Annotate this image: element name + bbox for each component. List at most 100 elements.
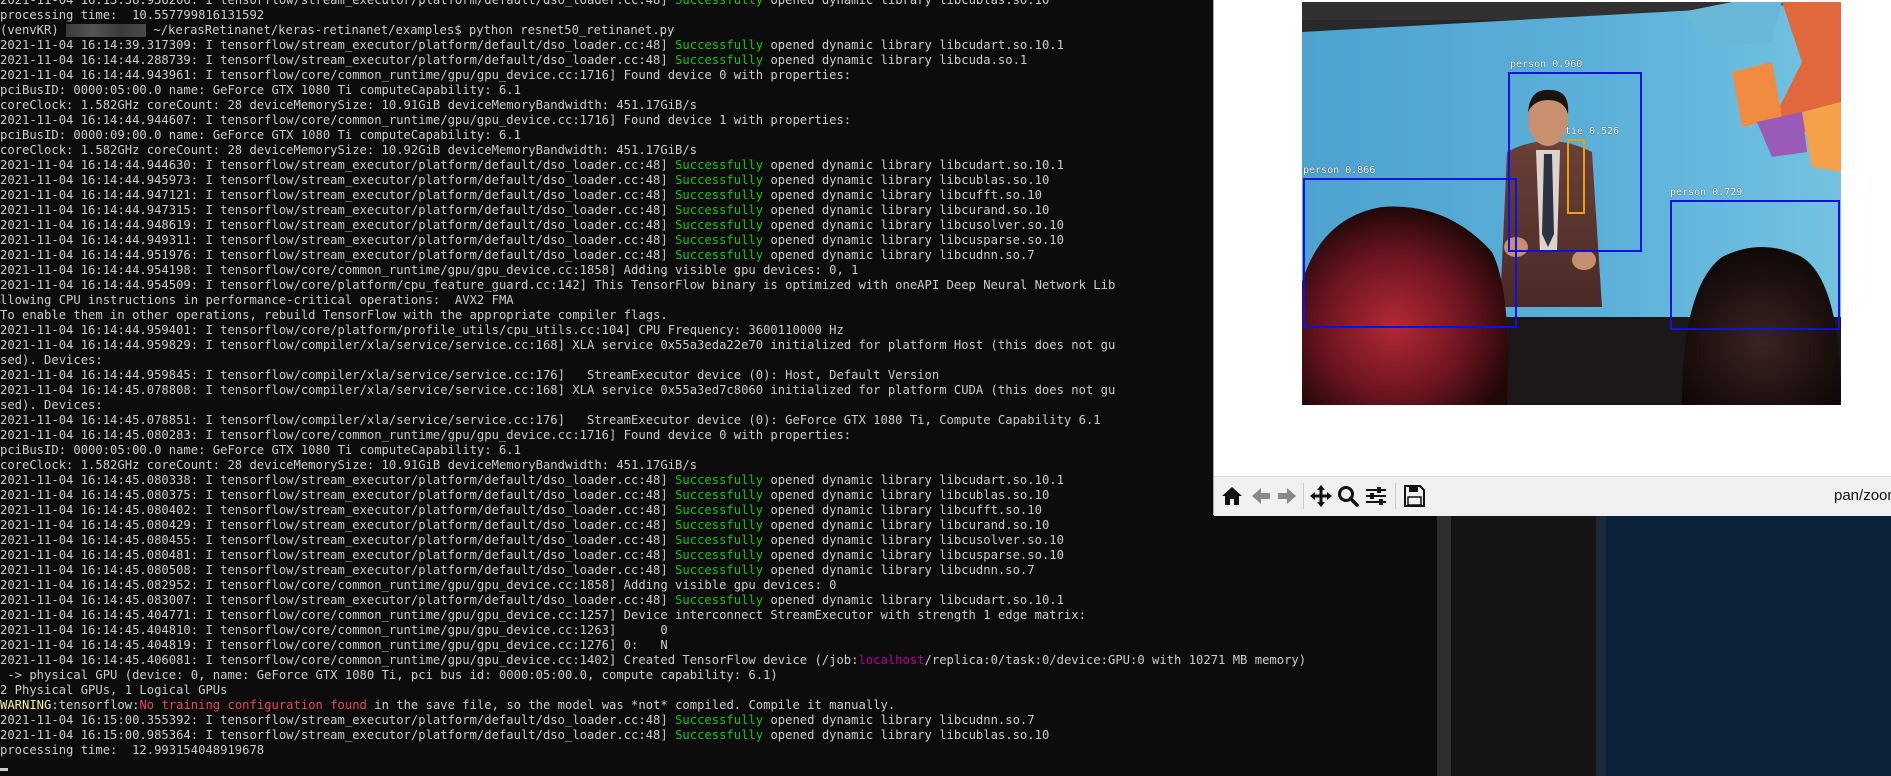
- terminal-line: 2 Physical GPUs, 1 Logical GPUs: [0, 683, 1306, 698]
- terminal-text: opened dynamic library libcuda.so.1: [763, 53, 1028, 67]
- terminal-text: 2021-11-04 16:14:45.404771: I tensorflow…: [0, 608, 1086, 622]
- terminal-line: 2021-11-04 16:14:45.080402: I tensorflow…: [0, 503, 1306, 518]
- terminal-cursor: [0, 768, 8, 771]
- terminal-line: 2021-11-04 16:13:58.956206: I tensorflow…: [0, 0, 1306, 8]
- terminal-text: Successfully: [675, 0, 764, 7]
- terminal-text: pciBusID: 0000:09:00.0 name: GeForce GTX…: [0, 128, 521, 142]
- move-icon: [1310, 485, 1332, 507]
- save-figure-button[interactable]: [1401, 483, 1427, 509]
- terminal-line: coreClock: 1.582GHz coreCount: 28 device…: [0, 98, 1306, 113]
- configure-subplots-button[interactable]: [1363, 483, 1389, 509]
- terminal-line: 2021-11-04 16:14:44.947121: I tensorflow…: [0, 188, 1306, 203]
- terminal-text: 2021-11-04 16:14:44.944630: I tensorflow…: [0, 158, 676, 172]
- home-button[interactable]: [1219, 483, 1245, 509]
- terminal-line: 2021-11-04 16:14:44.944630: I tensorflow…: [0, 158, 1306, 173]
- background-editor-gutter: [1451, 515, 1596, 776]
- terminal-text: opened dynamic library libcudart.so.10.1: [763, 593, 1064, 607]
- arrow-left-icon: [1252, 488, 1270, 504]
- terminal-text: Successfully: [675, 38, 764, 52]
- terminal-text: 2021-11-04 16:14:45.080375: I tensorflow…: [0, 488, 676, 502]
- figure-canvas[interactable]: person 0.960 tie 0.526 person 0.866 person …: [1214, 0, 1891, 470]
- terminal-text: (venvKR): [0, 23, 67, 37]
- terminal-text: WARNING: [0, 698, 52, 712]
- terminal-text: 2021-11-04 16:14:45.080508: I tensorflow…: [0, 563, 676, 577]
- terminal-text: Successfully: [675, 548, 764, 562]
- terminal-text: opened dynamic library libcufft.so.10: [763, 503, 1042, 517]
- terminal-text: processing time: 10.557799816131592: [0, 8, 265, 22]
- terminal-text: 2021-11-04 16:14:45.080402: I tensorflow…: [0, 503, 676, 517]
- terminal-text: To enable them in other operations, rebu…: [0, 308, 668, 322]
- terminal-text: 2021-11-04 16:14:45.404810: I tensorflow…: [0, 623, 668, 637]
- terminal-text: Successfully: [675, 533, 764, 547]
- zoom-button[interactable]: [1335, 483, 1361, 509]
- detection-label: tie 0.526: [1565, 126, 1620, 137]
- terminal-text: 2021-11-04 16:14:45.080455: I tensorflow…: [0, 533, 676, 547]
- figure-toolbar: pan/zoom: [1214, 476, 1891, 516]
- terminal-line: sed). Devices:: [0, 353, 1306, 368]
- terminal-text: 2021-11-04 16:14:44.949311: I tensorflow…: [0, 233, 676, 247]
- terminal-line: 2021-11-04 16:14:45.078851: I tensorflow…: [0, 413, 1306, 428]
- detection-label: person 0.729: [1670, 187, 1743, 198]
- terminal-output: 2021-11-04 16:13:58.956206: I tensorflow…: [0, 0, 1306, 758]
- magnifier-icon: [1338, 486, 1359, 507]
- pan-button[interactable]: [1308, 483, 1334, 509]
- terminal-line: llowing CPU instructions in performance-…: [0, 293, 1306, 308]
- terminal-line: 2021-11-04 16:14:44.959845: I tensorflow…: [0, 368, 1306, 383]
- terminal-text: opened dynamic library libcudnn.so.7: [763, 563, 1035, 577]
- terminal-text: in the save file, so the model was *not*…: [366, 698, 896, 712]
- terminal-line: (venvKR) ~/kerasRetinanet/keras-retinane…: [0, 23, 1306, 38]
- forward-button[interactable]: [1274, 483, 1300, 509]
- terminal-text: opened dynamic library libcudnn.so.7: [763, 248, 1035, 262]
- terminal-text: 2021-11-04 16:14:44.947121: I tensorflow…: [0, 188, 676, 202]
- terminal-line: pciBusID: 0000:09:00.0 name: GeForce GTX…: [0, 128, 1306, 143]
- redacted-username: [66, 24, 147, 37]
- terminal-text: Successfully: [675, 248, 764, 262]
- terminal-text: opened dynamic library libcusparse.so.10: [763, 548, 1064, 562]
- terminal-text: opened dynamic library libcurand.so.10: [763, 518, 1050, 532]
- terminal-text: opened dynamic library libcudnn.so.7: [763, 713, 1035, 727]
- terminal-text: Successfully: [675, 233, 764, 247]
- terminal-text: Successfully: [675, 593, 764, 607]
- terminal-line: 2021-11-04 16:14:44.945973: I tensorflow…: [0, 173, 1306, 188]
- terminal-text: llowing CPU instructions in performance-…: [0, 293, 514, 307]
- terminal-text: 2021-11-04 16:14:44.959845: I tensorflow…: [0, 368, 940, 382]
- terminal-text: 2021-11-04 16:14:44.945973: I tensorflow…: [0, 173, 676, 187]
- terminal-line: 2021-11-04 16:14:45.080338: I tensorflow…: [0, 473, 1306, 488]
- terminal-line: To enable them in other operations, rebu…: [0, 308, 1306, 323]
- back-button[interactable]: [1248, 483, 1274, 509]
- terminal-line: 2021-11-04 16:14:45.083007: I tensorflow…: [0, 593, 1306, 608]
- terminal-line: 2021-11-04 16:14:45.082952: I tensorflow…: [0, 578, 1306, 593]
- terminal-line: 2021-11-04 16:14:45.080455: I tensorflow…: [0, 533, 1306, 548]
- terminal-text: Successfully: [675, 218, 764, 232]
- terminal-text: Successfully: [675, 53, 764, 67]
- terminal-text: opened dynamic library libcudart.so.10.1: [763, 473, 1064, 487]
- terminal-text: 2021-11-04 16:15:00.355392: I tensorflow…: [0, 713, 676, 727]
- window-splitter[interactable]: [1437, 515, 1451, 776]
- terminal-text: Successfully: [675, 473, 764, 487]
- terminal-line: 2021-11-04 16:14:44.951976: I tensorflow…: [0, 248, 1306, 263]
- floppy-disk-icon: [1404, 485, 1425, 507]
- terminal-text: Successfully: [675, 563, 764, 577]
- toolbar-separator: [1395, 483, 1396, 509]
- matplotlib-figure-window: person 0.960 tie 0.526 person 0.866 person …: [1213, 0, 1891, 516]
- terminal-text: 2021-11-04 16:15:00.985364: I tensorflow…: [0, 728, 676, 742]
- toolbar-separator: [1303, 483, 1304, 509]
- terminal-text: localhost: [858, 653, 925, 667]
- terminal-line: 2021-11-04 16:14:45.080481: I tensorflow…: [0, 548, 1306, 563]
- terminal-text: 2021-11-04 16:14:45.406081: I tensorflow…: [0, 653, 859, 667]
- terminal-text: 2021-11-04 16:14:44.954198: I tensorflow…: [0, 263, 859, 277]
- terminal-text: ~/kerasRetinanet/keras-retinanet/example…: [146, 23, 675, 37]
- detection-label: person 0.960: [1510, 59, 1583, 70]
- terminal-line: pciBusID: 0000:05:00.0 name: GeForce GTX…: [0, 443, 1306, 458]
- terminal-text: 2021-11-04 16:14:44.951976: I tensorflow…: [0, 248, 676, 262]
- detection-image: person 0.960 tie 0.526 person 0.866 person …: [1302, 2, 1841, 405]
- detection-label: person 0.866: [1303, 165, 1376, 176]
- terminal-text: opened dynamic library libcublas.so.10: [763, 173, 1050, 187]
- terminal-line: sed). Devices:: [0, 398, 1306, 413]
- terminal-text: :tensorflow:: [51, 698, 140, 712]
- sliders-icon: [1366, 487, 1386, 505]
- terminal-line: coreClock: 1.582GHz coreCount: 28 device…: [0, 143, 1306, 158]
- detection-box: [1567, 139, 1585, 214]
- terminal-text: coreClock: 1.582GHz coreCount: 28 device…: [0, 458, 698, 472]
- terminal-text: sed). Devices:: [0, 398, 103, 412]
